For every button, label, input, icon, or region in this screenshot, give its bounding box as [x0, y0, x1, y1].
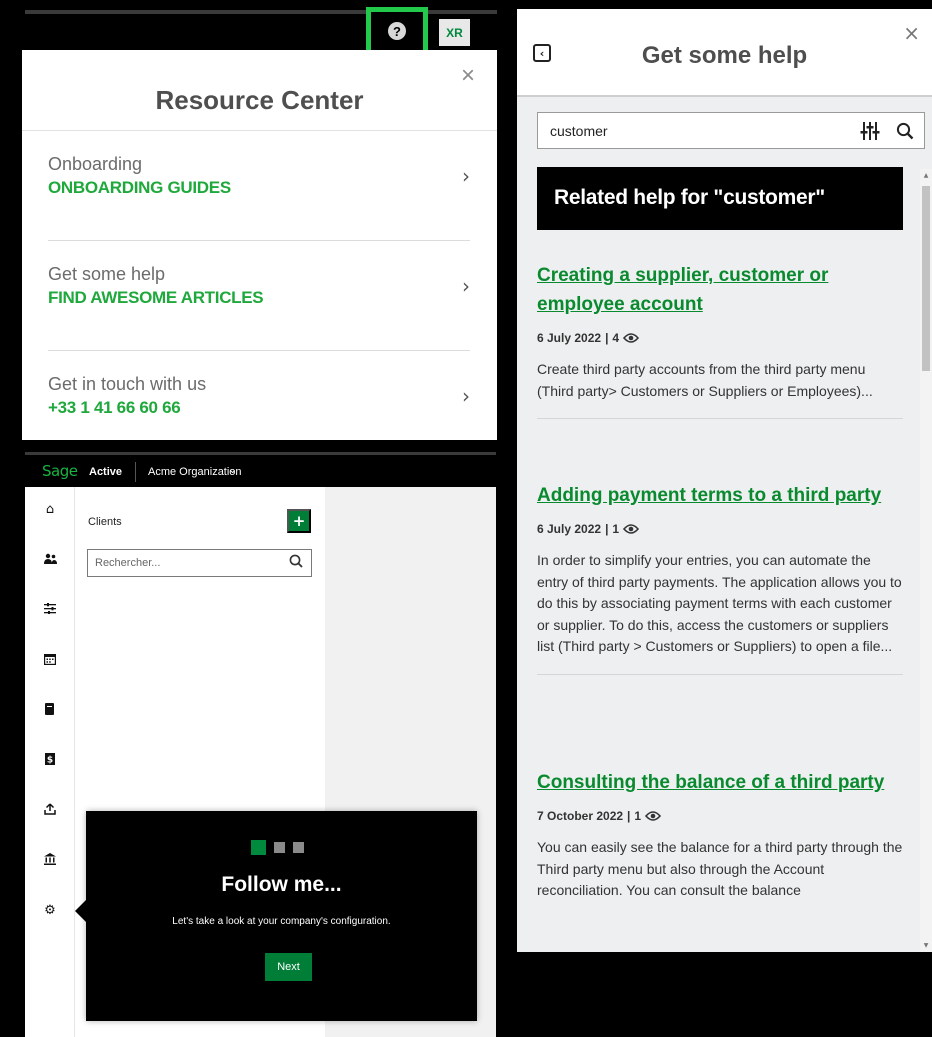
- article-date: 6 July 2022: [537, 331, 602, 345]
- eye-icon: [623, 524, 640, 534]
- avatar[interactable]: XR: [439, 19, 470, 46]
- article-excerpt: In order to simplify your entries, you c…: [537, 552, 902, 655]
- resource-item-contact[interactable]: Get in touch with us +33 1 41 66 60 66 ›: [48, 351, 470, 461]
- chevron-right-icon: ›: [462, 274, 470, 298]
- home-icon[interactable]: ⌂: [25, 502, 75, 517]
- resource-item-title: Get some help: [48, 264, 166, 284]
- top-bar: ? XR: [25, 0, 497, 55]
- help-panel-header: ‹ Get some help ×: [517, 9, 932, 97]
- chevron-right-icon: ›: [462, 164, 470, 188]
- eye-icon: [623, 333, 640, 343]
- help-panel: ‹ Get some help × Related help for "cust…: [517, 9, 932, 952]
- question-circle-icon: ?: [388, 22, 406, 40]
- calendar-icon[interactable]: [25, 653, 75, 669]
- divider: [537, 418, 903, 420]
- help-search: [537, 112, 925, 149]
- resource-item-subtitle: +33 1 41 66 60 66: [48, 398, 181, 417]
- close-icon[interactable]: ×: [903, 21, 920, 45]
- article-item: Adding payment terms to a third party 6 …: [537, 481, 903, 675]
- chevron-right-icon: ›: [462, 384, 470, 408]
- sliders-icon[interactable]: [25, 603, 75, 618]
- bank-icon[interactable]: [25, 853, 75, 869]
- article-date: 6 July 2022: [537, 522, 602, 536]
- article-excerpt: You can easily see the balance for a thi…: [537, 839, 903, 899]
- resource-center-title: Resource Center: [155, 85, 364, 115]
- search-icon[interactable]: [896, 122, 914, 140]
- article-views: 4: [612, 331, 620, 345]
- scroll-up-icon[interactable]: ▲: [922, 172, 930, 179]
- book-icon[interactable]: [25, 703, 75, 719]
- article-views: 1: [634, 809, 642, 823]
- users-icon[interactable]: [25, 553, 75, 568]
- divider: [135, 462, 136, 482]
- resource-item-title: Onboarding: [48, 154, 143, 174]
- article-meta: 6 July 2022 | 1: [537, 522, 903, 536]
- article-excerpt: Create third party accounts from the thi…: [537, 361, 873, 399]
- app-sidebar: ⌂ $ ⚙: [25, 487, 75, 1037]
- search-input[interactable]: [88, 550, 278, 576]
- meta-separator: |: [605, 331, 609, 345]
- scrollbar-thumb[interactable]: [922, 186, 930, 371]
- article-link[interactable]: Creating a supplier, customer or employe…: [537, 261, 903, 319]
- add-client-button[interactable]: +: [287, 509, 311, 533]
- help-panel-title: Get some help: [641, 42, 808, 69]
- step-dot-active: [251, 840, 266, 855]
- resource-item-subtitle: FIND AWESOME ARTICLES: [48, 288, 264, 307]
- article-link[interactable]: Adding payment terms to a third party: [537, 481, 903, 510]
- resource-item-onboarding[interactable]: Onboarding ONBOARDING GUIDES ›: [48, 131, 470, 241]
- article-views: 1: [612, 522, 620, 536]
- article-link[interactable]: Consulting the balance of a third party: [537, 768, 903, 797]
- resource-item-title: Get in touch with us: [48, 374, 207, 394]
- client-search: [87, 549, 312, 577]
- next-button[interactable]: Next: [265, 953, 312, 981]
- tour-tooltip: Follow me... Let's take a look at your c…: [75, 811, 477, 1021]
- meta-separator: |: [627, 809, 631, 823]
- upload-icon[interactable]: [25, 803, 75, 819]
- step-dot: [293, 842, 304, 853]
- results-banner: Related help for "customer": [537, 167, 903, 230]
- filter-icon[interactable]: [860, 122, 880, 140]
- search-input[interactable]: [538, 113, 838, 148]
- article-date: 7 October 2022: [537, 809, 624, 823]
- article-item: Consulting the balance of a third party …: [537, 768, 903, 902]
- step-dot: [274, 842, 285, 853]
- scrollbar[interactable]: ▲ ▼: [920, 169, 932, 952]
- help-button[interactable]: ?: [366, 7, 428, 55]
- search-icon[interactable]: [289, 554, 303, 568]
- chevron-down-icon[interactable]: ⌄: [228, 463, 237, 476]
- article-meta: 6 July 2022 | 4: [537, 331, 903, 345]
- svg-text:$: $: [47, 756, 53, 766]
- tour-text: Let's take a look at your company's conf…: [172, 916, 391, 927]
- resource-item-get-help[interactable]: Get some help FIND AWESOME ARTICLES ›: [48, 241, 470, 351]
- product-name: Active: [89, 466, 123, 478]
- eye-icon: [645, 811, 662, 821]
- dollar-icon[interactable]: $: [25, 753, 75, 769]
- step-indicator: [251, 840, 304, 855]
- scroll-down-icon[interactable]: ▼: [922, 942, 930, 949]
- results-list: Related help for "customer" Creating a s…: [537, 167, 917, 952]
- sage-logo[interactable]: Sage: [42, 462, 78, 480]
- app-header: Sage Active Acme Organization ⌄: [25, 452, 496, 487]
- resource-center-panel: × Resource Center Onboarding ONBOARDING …: [22, 50, 497, 440]
- tour-title: Follow me...: [221, 873, 342, 896]
- article-meta: 7 October 2022 | 1: [537, 809, 903, 823]
- resource-item-subtitle: ONBOARDING GUIDES: [48, 178, 231, 197]
- divider: [537, 673, 903, 675]
- list-title: Clients: [88, 516, 122, 528]
- gear-icon[interactable]: ⚙: [25, 903, 75, 918]
- meta-separator: |: [605, 522, 609, 536]
- article-item: Creating a supplier, customer or employe…: [537, 261, 903, 420]
